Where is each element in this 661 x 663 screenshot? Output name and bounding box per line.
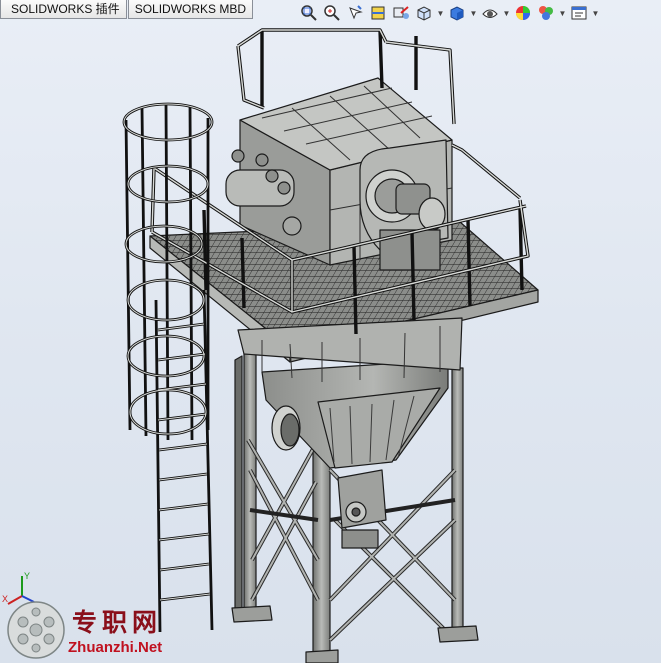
command-manager-tabs: SOLIDWORKS 插件 SOLIDWORKS MBD — [0, 0, 254, 20]
view-settings-icon[interactable] — [568, 2, 590, 24]
zoom-to-fit-icon[interactable] — [298, 2, 320, 24]
display-style-icon[interactable] — [446, 2, 468, 24]
apply-scene-icon[interactable] — [535, 2, 557, 24]
edit-appearance-icon[interactable] — [512, 2, 534, 24]
heads-up-view-toolbar: ▼ ▼ ▼ ▼ ▼ — [298, 2, 600, 24]
section-view-icon[interactable] — [367, 2, 389, 24]
tab-solidworks-mbd[interactable]: SOLIDWORKS MBD — [127, 0, 254, 19]
chevron-down-icon[interactable]: ▼ — [591, 2, 600, 24]
watermark-url: Zhuanzhi.Net — [68, 639, 163, 656]
zoom-to-area-icon[interactable] — [321, 2, 343, 24]
graphics-area[interactable] — [0, 0, 661, 663]
triad-y-label: Y — [24, 571, 30, 581]
tab-solidworks-addins[interactable]: SOLIDWORKS 插件 — [0, 0, 127, 19]
chevron-down-icon[interactable]: ▼ — [436, 2, 445, 24]
hide-show-items-icon[interactable] — [479, 2, 501, 24]
hopper — [261, 359, 449, 549]
view-orientation-icon[interactable] — [413, 2, 435, 24]
caged-ladder — [122, 102, 214, 633]
chevron-down-icon[interactable]: ▼ — [502, 2, 511, 24]
previous-view-icon[interactable] — [344, 2, 366, 24]
dynamic-annotation-views-icon[interactable] — [390, 2, 412, 24]
chevron-down-icon[interactable]: ▼ — [469, 2, 478, 24]
dust-collector-model[interactable] — [122, 28, 539, 663]
chevron-down-icon[interactable]: ▼ — [558, 2, 567, 24]
watermark-chinese: 专职网 — [72, 608, 163, 637]
